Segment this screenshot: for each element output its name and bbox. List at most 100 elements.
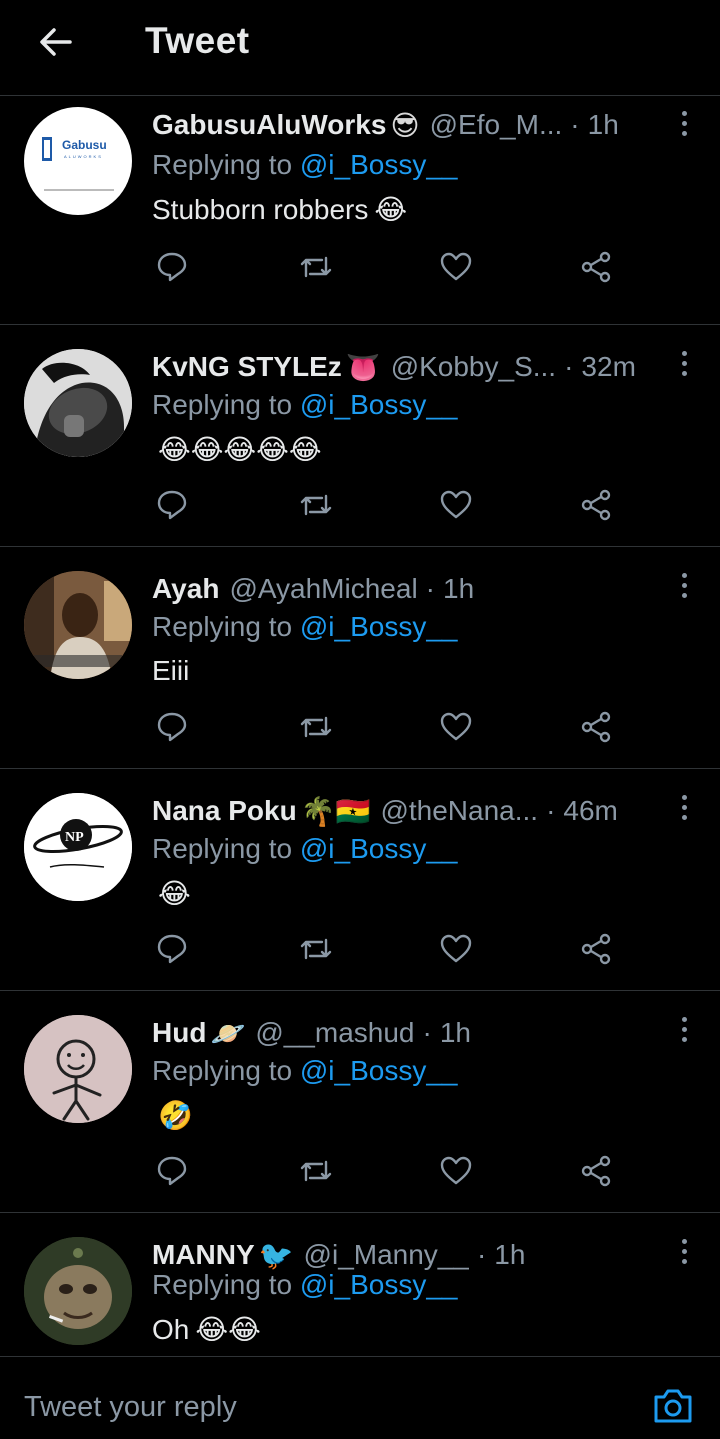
retweet-button[interactable] [296,929,336,969]
share-icon [581,711,611,743]
tweet-card[interactable]: Hud 🪐 @__mashud · 1h Replying to @i_Boss… [0,991,720,1213]
mention-link[interactable]: @i_Bossy__ [300,149,458,180]
handle[interactable]: @theNana... [380,795,538,827]
dot-separator: · [425,573,435,604]
name-emoji: 🐦 [258,1239,294,1271]
tweet-text: Stubborn robbers 😂 [152,193,408,226]
heart-icon [440,490,472,519]
reply-composer[interactable]: Tweet your reply [0,1356,720,1439]
avatar[interactable] [24,1015,132,1123]
handle[interactable]: @i_Manny__ [304,1239,469,1271]
dot-separator: · [564,351,574,382]
reply-icon [157,252,187,282]
timestamp[interactable]: 1h [494,1239,525,1271]
avatar[interactable]: NP [24,793,132,901]
retweet-button[interactable] [296,485,336,525]
retweet-icon [300,494,332,516]
avatar[interactable] [24,571,132,679]
more-options-icon[interactable] [678,1017,690,1045]
name-emoji: 👅 [345,351,381,383]
svg-text:ALUWORKS: ALUWORKS [64,154,103,159]
like-button[interactable] [436,1151,476,1191]
display-name[interactable]: Hud [152,1017,206,1049]
more-options-icon[interactable] [678,573,690,601]
dot-separator: · [546,795,556,826]
tweet-actions [152,247,622,287]
like-button[interactable] [436,485,476,525]
tweet-card[interactable]: Ayah @AyahMicheal · 1h Replying to @i_Bo… [0,547,720,769]
share-button[interactable] [576,929,616,969]
reply-icon [157,1156,187,1186]
display-name[interactable]: Ayah [152,573,219,605]
reply-button[interactable] [152,1151,192,1191]
mention-link[interactable]: @i_Bossy__ [300,611,458,642]
display-name[interactable]: GabusuAluWorks [152,109,386,141]
reply-button[interactable] [152,247,192,287]
avatar[interactable] [24,349,132,457]
dot-separator: · [422,1017,432,1048]
handle[interactable]: @__mashud [255,1017,414,1049]
timestamp[interactable]: 1h [588,109,619,141]
avatar[interactable] [24,1237,132,1345]
share-button[interactable] [576,247,616,287]
mention-link[interactable]: @i_Bossy__ [300,389,458,420]
reply-icon [157,490,187,520]
tweet-header: Nana Poku 🌴🇬🇭 @theNana... · 46m [152,791,660,831]
mention-link[interactable]: @i_Bossy__ [300,1055,458,1086]
timestamp[interactable]: 1h [443,573,474,605]
reply-button[interactable] [152,707,192,747]
reply-button[interactable] [152,929,192,969]
heart-icon [440,934,472,963]
handle[interactable]: @Kobby_S... [391,351,556,383]
mention-link[interactable]: @i_Bossy__ [300,833,458,864]
more-options-icon[interactable] [678,111,690,139]
tweet-card[interactable]: MANNY 🐦 @i_Manny__ · 1h Replying to @i_B… [0,1213,720,1355]
dot-separator: · [570,109,580,140]
avatar[interactable]: Gabusu ALUWORKS [24,107,132,215]
tweet-header: Hud 🪐 @__mashud · 1h [152,1013,660,1053]
more-options-icon[interactable] [678,1239,690,1267]
tweet-header: KvNG STYLEz 👅 @Kobby_S... · 32m [152,347,660,387]
retweet-button[interactable] [296,1151,336,1191]
share-button[interactable] [576,485,616,525]
back-button[interactable] [30,18,82,66]
mention-link[interactable]: @i_Bossy__ [300,1269,458,1300]
replying-to: Replying to @i_Bossy__ [152,149,458,180]
more-options-icon[interactable] [678,795,690,823]
handle[interactable]: @Efo_M... [430,109,563,141]
share-icon [581,489,611,521]
timestamp[interactable]: 1h [440,1017,471,1049]
tweet-card[interactable]: NP Nana Poku 🌴🇬🇭 @theNana... · 46m Reply… [0,769,720,991]
like-button[interactable] [436,707,476,747]
tweet-card[interactable]: Gabusu ALUWORKS GabusuAluWorks 😎 @Efo_M.… [0,97,720,325]
display-name[interactable]: KvNG STYLEz [152,351,342,383]
reply-button[interactable] [152,485,192,525]
tweet-text: 😂 [158,878,191,909]
like-button[interactable] [436,929,476,969]
top-bar: Tweet [0,0,720,96]
more-options-icon[interactable] [678,351,690,379]
svg-text:NP: NP [65,830,84,845]
handle[interactable]: @AyahMicheal [229,573,417,605]
share-button[interactable] [576,707,616,747]
tweet-text: 😂😂😂😂😂 [158,434,322,465]
reply-input[interactable]: Tweet your reply [24,1391,237,1424]
tweet-text: Oh 😂😂 [152,1313,261,1346]
replying-to: Replying to @i_Bossy__ [152,1269,458,1300]
retweet-button[interactable] [296,707,336,747]
display-name[interactable]: MANNY [152,1239,255,1271]
like-button[interactable] [436,247,476,287]
share-icon [581,251,611,283]
tweet-card[interactable]: KvNG STYLEz 👅 @Kobby_S... · 32m Replying… [0,325,720,547]
timestamp[interactable]: 46m [563,795,617,827]
display-name[interactable]: Nana Poku [152,795,297,827]
name-emoji: 🪐 [210,1017,246,1049]
retweet-icon [300,938,332,960]
share-button[interactable] [576,1151,616,1191]
timestamp[interactable]: 32m [581,351,635,383]
camera-icon[interactable] [652,1387,694,1425]
reply-icon [157,934,187,964]
retweet-icon [300,1160,332,1182]
dot-separator: · [476,1239,487,1270]
retweet-button[interactable] [296,247,336,287]
